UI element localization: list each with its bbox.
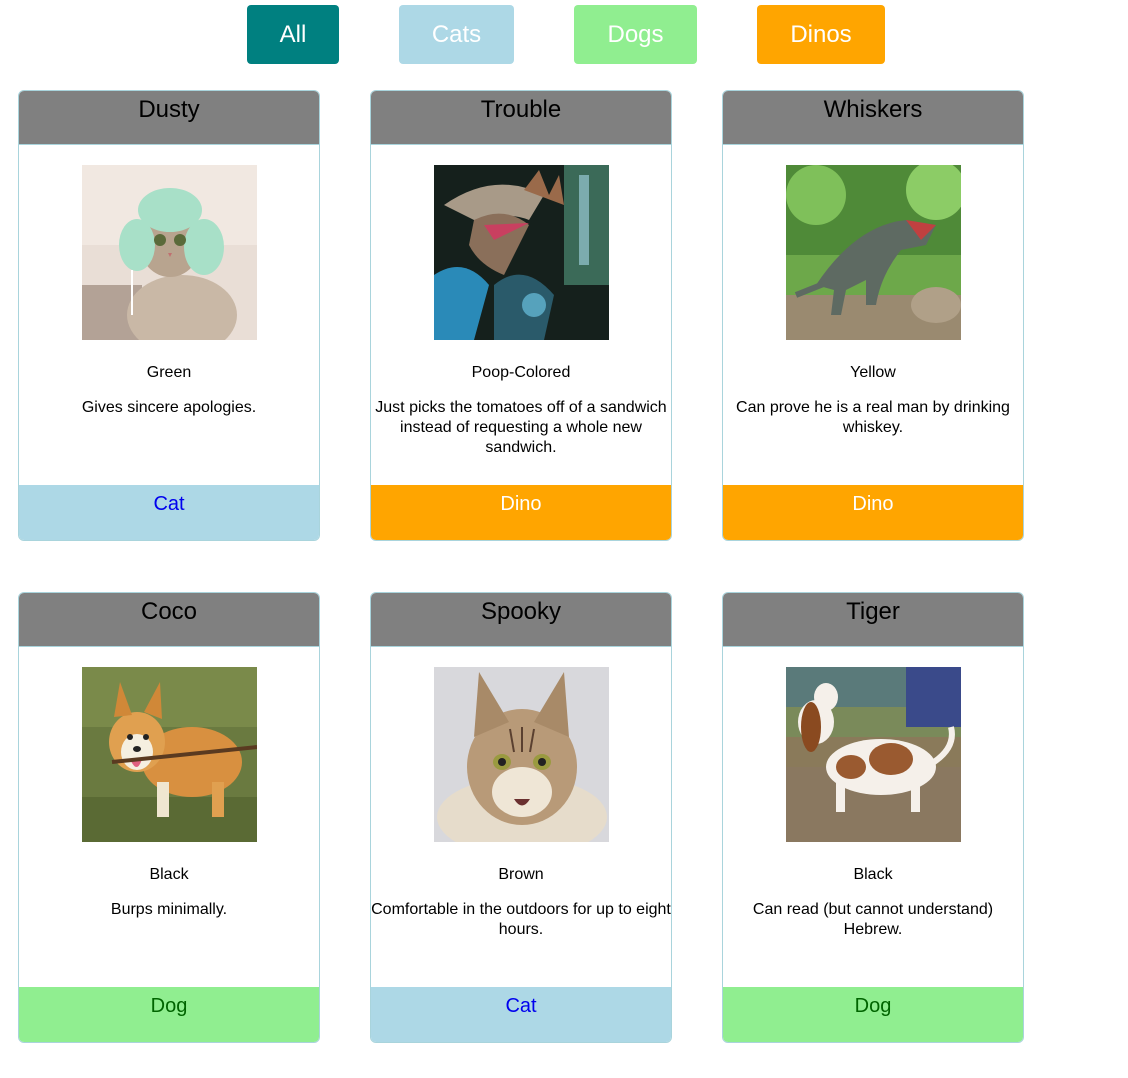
dinosaur-photo xyxy=(434,165,609,340)
pet-card: Tiger Black Can read (but cannot underst… xyxy=(722,592,1024,1043)
pet-description: Just picks the tomatoes off of a sandwic… xyxy=(375,399,667,456)
filter-all-button[interactable]: All xyxy=(247,5,339,64)
pet-card: Coco Black Burps minimally. Dog xyxy=(18,592,320,1043)
pet-type-label: Dino xyxy=(371,485,671,540)
pet-card: Trouble Poop-Colored Just picks the toma… xyxy=(370,90,672,541)
pet-card: Spooky Brown Comfortable in the outdoors… xyxy=(370,592,672,1043)
dog-photo xyxy=(786,667,961,842)
dinosaur-photo xyxy=(786,165,961,340)
pet-type-label: Cat xyxy=(19,485,319,540)
pet-description: Gives sincere apologies. xyxy=(81,399,257,416)
pet-description: Can read (but cannot understand) Hebrew. xyxy=(752,901,994,938)
filter-dogs-button[interactable]: Dogs xyxy=(574,5,697,64)
pet-color: Black xyxy=(149,866,189,883)
pet-type-label: Dino xyxy=(723,485,1023,540)
dog-photo xyxy=(82,667,257,842)
pet-type-label: Dog xyxy=(19,987,319,1042)
pet-color: Poop-Colored xyxy=(471,364,571,381)
pet-color: Green xyxy=(146,364,192,381)
pet-color: Yellow xyxy=(850,364,896,381)
cat-photo xyxy=(434,667,609,842)
pet-name: Whiskers xyxy=(723,91,1023,145)
pet-name: Dusty xyxy=(19,91,319,145)
pet-card: Whiskers Yellow Can prove he is a real m… xyxy=(722,90,1024,541)
filter-dinos-button[interactable]: Dinos xyxy=(757,5,885,64)
pet-gallery-page: All Cats Dogs Dinos Dusty Green Gives si… xyxy=(0,0,1128,1078)
pet-card: Dusty Green Gives sincere apologies. Cat xyxy=(18,90,320,541)
pet-description: Comfortable in the outdoors for up to ei… xyxy=(371,901,671,938)
cat-photo xyxy=(82,165,257,340)
pet-color: Black xyxy=(853,866,893,883)
pet-name: Trouble xyxy=(371,91,671,145)
pet-description: Can prove he is a real man by drinking w… xyxy=(736,399,1010,436)
pet-name: Spooky xyxy=(371,593,671,647)
pet-type-label: Cat xyxy=(371,987,671,1042)
pet-name: Tiger xyxy=(723,593,1023,647)
filter-cats-button[interactable]: Cats xyxy=(399,5,514,64)
pet-color: Brown xyxy=(498,866,544,883)
pet-description: Burps minimally. xyxy=(110,901,228,918)
pet-name: Coco xyxy=(19,593,319,647)
pet-type-label: Dog xyxy=(723,987,1023,1042)
